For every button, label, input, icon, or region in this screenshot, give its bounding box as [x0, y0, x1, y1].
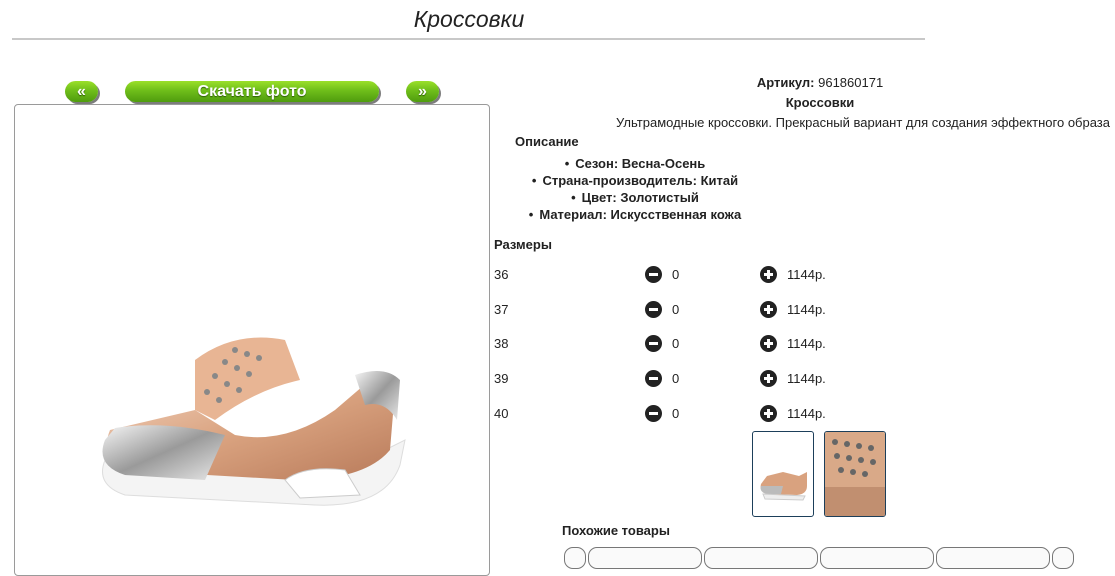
photo-thumbnail[interactable]	[824, 431, 886, 517]
size-row: 40 0 1144р.	[494, 404, 894, 424]
minus-circle-icon[interactable]	[645, 370, 662, 387]
property-item: Цвет: Золотистый	[500, 189, 770, 206]
size-row: 36 0 1144р.	[494, 265, 894, 285]
similar-next-button[interactable]	[1052, 547, 1074, 569]
plus-circle-icon[interactable]	[760, 335, 777, 352]
price-value: 1144р.	[787, 371, 826, 386]
size-value: 39	[494, 371, 509, 386]
price-value: 1144р.	[787, 406, 826, 421]
page-title: Кроссовки	[413, 6, 525, 32]
minus-circle-icon[interactable]	[645, 405, 662, 422]
sneaker-thumbnail-image	[760, 472, 807, 501]
quantity-value: 0	[672, 371, 680, 386]
sizes-heading: Размеры	[494, 237, 552, 252]
photo-thumbnail[interactable]	[752, 431, 814, 517]
quantity-value: 0	[672, 406, 680, 421]
description-heading: Описание	[515, 134, 579, 149]
size-row: 38 0 1144р.	[494, 334, 894, 354]
download-photo-button[interactable]: Скачать фото	[125, 81, 379, 102]
quantity-value: 0	[672, 267, 680, 282]
similar-product-card[interactable]	[588, 547, 702, 569]
next-photo-button[interactable]: »	[406, 81, 439, 102]
property-item: Материал: Искусственная кожа	[500, 206, 770, 223]
article-label: Артикул:	[756, 75, 815, 90]
title-divider	[12, 38, 925, 40]
product-description: Ультрамодные кроссовки. Прекрасный вариа…	[616, 115, 1110, 130]
article: Артикул: 961860171	[690, 75, 950, 90]
size-row: 37 0 1144р.	[494, 300, 894, 320]
prev-photo-button[interactable]: «	[65, 81, 98, 102]
plus-circle-icon[interactable]	[760, 301, 777, 318]
similar-product-card[interactable]	[936, 547, 1050, 569]
similar-product-card[interactable]	[820, 547, 934, 569]
quantity-value: 0	[672, 302, 680, 317]
quantity-value: 0	[672, 336, 680, 351]
minus-circle-icon[interactable]	[645, 301, 662, 318]
sneaker-image	[102, 337, 406, 506]
price-value: 1144р.	[787, 336, 826, 351]
properties-list: Сезон: Весна-Осень Страна-производитель:…	[500, 155, 770, 223]
price-value: 1144р.	[787, 267, 826, 282]
product-name: Кроссовки	[785, 95, 855, 110]
plus-circle-icon[interactable]	[760, 266, 777, 283]
size-value: 38	[494, 336, 509, 351]
size-value: 37	[494, 302, 509, 317]
size-row: 39 0 1144р.	[494, 369, 894, 389]
similar-prev-button[interactable]	[564, 547, 586, 569]
minus-circle-icon[interactable]	[645, 335, 662, 352]
studs-closeup-image	[825, 432, 885, 516]
similar-products-heading: Похожие товары	[562, 523, 670, 538]
size-value: 40	[494, 406, 509, 421]
plus-circle-icon[interactable]	[760, 370, 777, 387]
similar-product-card[interactable]	[704, 547, 818, 569]
plus-circle-icon[interactable]	[760, 405, 777, 422]
product-photo[interactable]	[14, 104, 490, 576]
size-value: 36	[494, 267, 509, 282]
minus-circle-icon[interactable]	[645, 266, 662, 283]
price-value: 1144р.	[787, 302, 826, 317]
property-item: Сезон: Весна-Осень	[500, 155, 770, 172]
property-item: Страна-производитель: Китай	[500, 172, 770, 189]
article-value: 961860171	[818, 75, 884, 90]
